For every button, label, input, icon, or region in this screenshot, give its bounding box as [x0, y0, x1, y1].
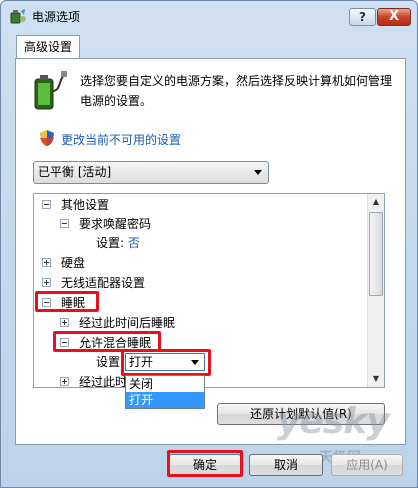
collapse-icon[interactable] — [42, 200, 51, 209]
power-options-window: 电源选项 ? X 高级设置 选择您要自定义的电源方案，然后选择反映计算机如何管理… — [0, 0, 418, 488]
tree-item-label: 其他设置 — [61, 198, 110, 212]
power-plan-select[interactable]: 已平衡 [活动] — [33, 161, 269, 184]
watermark-logo: yesky — [277, 401, 390, 442]
expand-icon[interactable] — [42, 258, 51, 267]
intro-description: 选择您要自定义的电源方案，然后选择反映计算机如何管理电源的设置。 — [80, 74, 393, 108]
help-button[interactable]: ? — [349, 8, 376, 26]
tree-item-hard-disk[interactable]: 硬盘 — [42, 254, 85, 272]
setting-label: 设置: — [96, 236, 125, 250]
tree-item-label: 经过此时间后睡眠 — [79, 316, 176, 330]
tree-item-hibernate-after[interactable]: 经过此时 — [60, 373, 128, 388]
dropdown-option-on[interactable]: 打开 — [126, 392, 204, 408]
close-button[interactable]: X — [377, 8, 411, 26]
tree-item-wireless-adapter[interactable]: 无线适配器设置 — [42, 274, 145, 292]
window-title: 电源选项 — [32, 10, 81, 24]
battery-plug-icon — [34, 71, 67, 110]
setting-label: 设置 — [96, 355, 121, 369]
tree-scrollbar[interactable]: ▲ ▼ — [367, 194, 384, 387]
apply-button[interactable]: 应用(A) — [331, 454, 403, 476]
dropdown-option-off[interactable]: 关闭 — [126, 376, 204, 392]
tab-advanced-settings[interactable]: 高级设置 — [16, 35, 80, 59]
cancel-button[interactable]: 取消 — [249, 454, 323, 476]
title-bar[interactable]: 电源选项 ? X — [1, 1, 417, 29]
tree-item-other-settings[interactable]: 其他设置 — [42, 196, 109, 214]
expand-icon[interactable] — [60, 318, 69, 327]
expand-icon[interactable] — [60, 377, 69, 386]
power-options-icon — [10, 9, 26, 24]
uac-shield-icon — [40, 130, 54, 146]
tree-item-require-password[interactable]: 要求唤醒密码 — [60, 215, 151, 233]
tree-item-password-setting: 设置: 否 — [96, 234, 140, 252]
chevron-down-icon — [254, 170, 262, 175]
tree-item-label: 要求唤醒密码 — [79, 217, 152, 231]
tree-item-sleep-after[interactable]: 经过此时间后睡眠 — [60, 314, 175, 332]
hybrid-sleep-dropdown-list: 关闭 打开 — [125, 375, 205, 409]
highlight-box-hybrid-select — [121, 349, 211, 376]
scroll-up-icon[interactable]: ▲ — [368, 194, 384, 210]
highlight-box-ok — [167, 450, 243, 477]
highlight-box-sleep — [35, 291, 99, 312]
power-plan-value: 已平衡 [活动] — [38, 165, 112, 179]
scroll-thumb[interactable] — [369, 212, 383, 296]
collapse-icon[interactable] — [60, 219, 69, 228]
tree-item-label: 硬盘 — [61, 256, 86, 270]
tree-item-hybrid-setting: 设置 — [96, 353, 120, 371]
tree-item-label: 经过此时 — [79, 375, 128, 388]
change-unavailable-settings-link[interactable]: 更改当前不可用的设置 — [61, 131, 181, 148]
setting-value-link[interactable]: 否 — [128, 236, 140, 250]
expand-icon[interactable] — [42, 278, 51, 287]
tree-item-label: 无线适配器设置 — [61, 276, 146, 290]
scroll-down-icon[interactable]: ▼ — [368, 371, 384, 387]
